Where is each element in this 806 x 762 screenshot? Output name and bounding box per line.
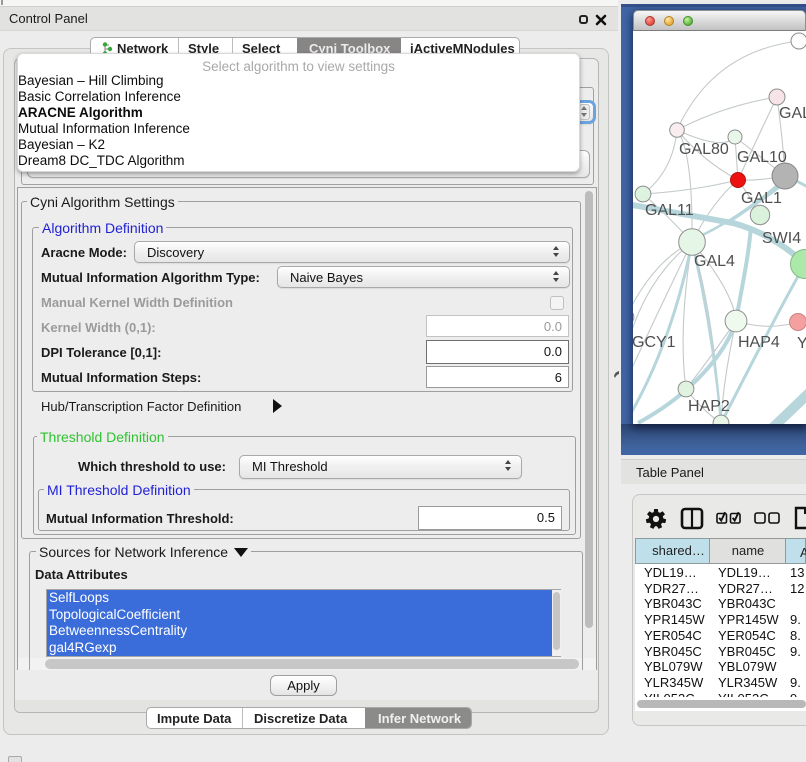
svg-text:GAL1: GAL1 xyxy=(741,190,782,207)
svg-text:GCY1: GCY1 xyxy=(633,334,676,351)
svg-text:Y: Y xyxy=(797,335,806,352)
svg-text:SWI4: SWI4 xyxy=(762,230,801,247)
svg-text:HAP2: HAP2 xyxy=(688,398,730,415)
svg-text:GAL10: GAL10 xyxy=(737,149,787,166)
svg-text:GAL4: GAL4 xyxy=(694,253,735,270)
svg-text:GAL11: GAL11 xyxy=(645,202,694,219)
svg-text:HAP4: HAP4 xyxy=(738,334,780,351)
svg-text:GAL: GAL xyxy=(779,105,806,122)
svg-text:GAL80: GAL80 xyxy=(679,141,729,158)
